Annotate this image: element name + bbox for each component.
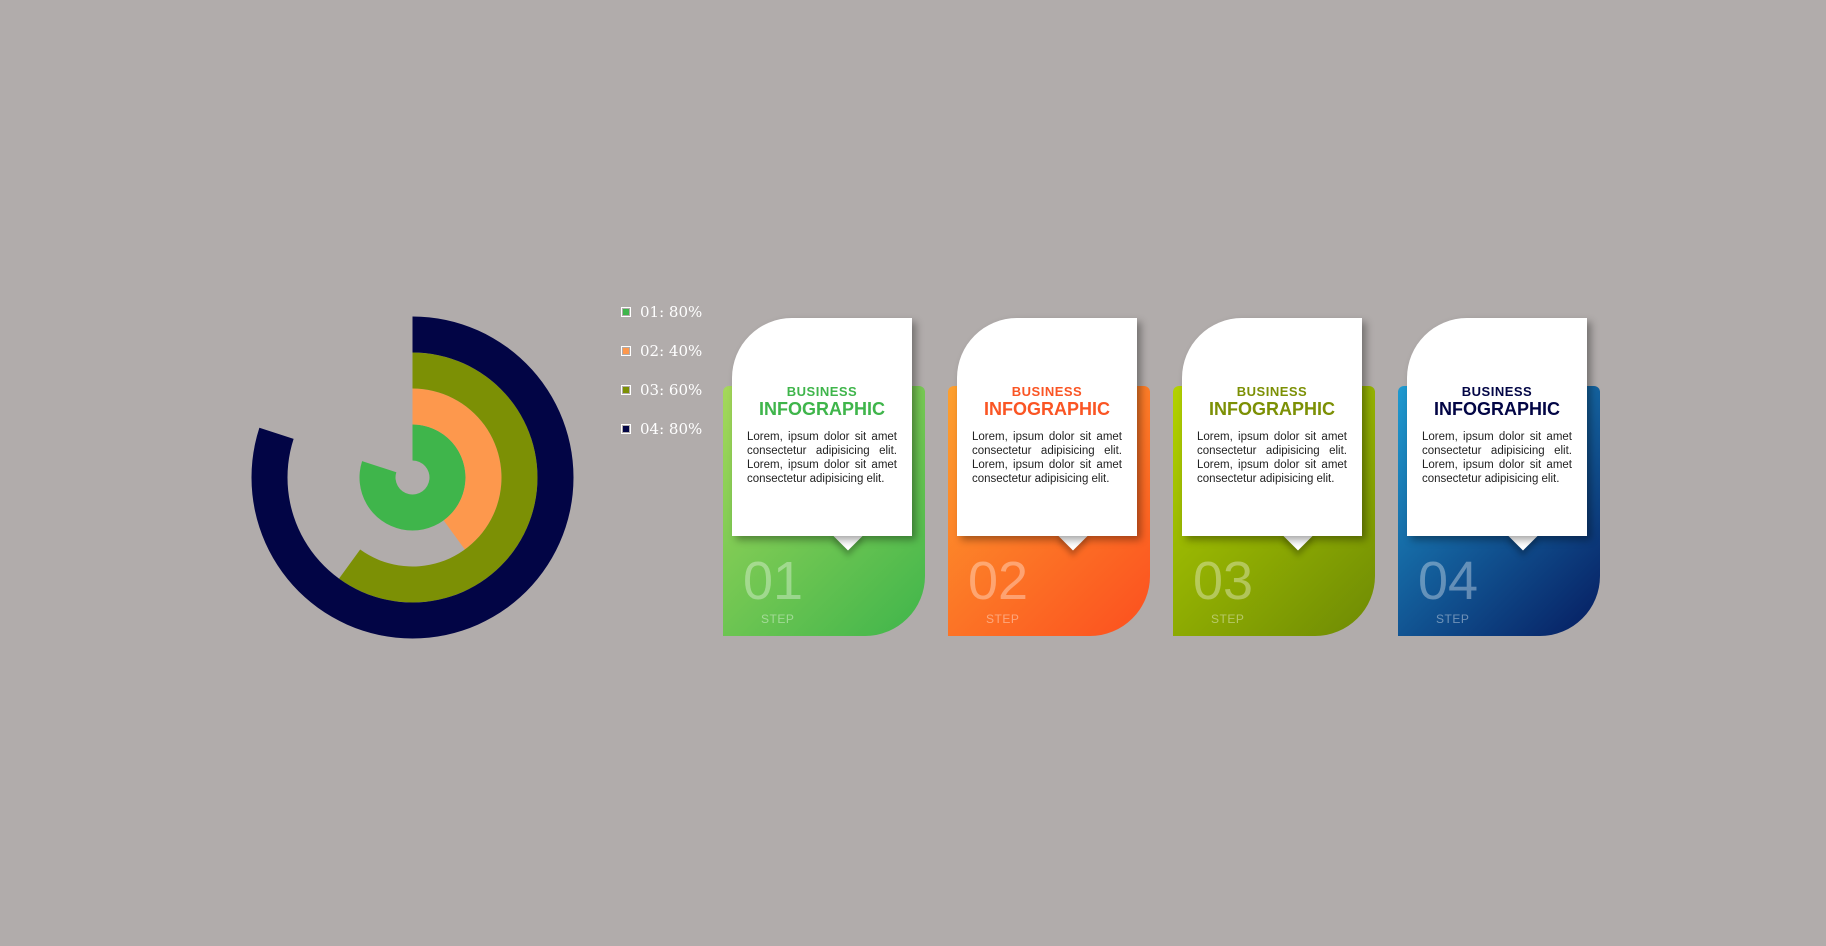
card-title-infographic: INFOGRAPHIC (759, 399, 885, 419)
card-step-label: STEP (1436, 612, 1470, 626)
card-title-business: BUSINESS (1236, 384, 1308, 399)
legend-swatch (621, 423, 631, 434)
card-step-number: 04 (1418, 551, 1479, 611)
card-title-business: BUSINESS (1461, 384, 1533, 399)
card-description: Lorem, ipsum dolor sit amet consectetur … (972, 431, 1122, 485)
card-panel (957, 318, 1137, 536)
card-step-label: STEP (1211, 612, 1245, 626)
legend-item: 02: 40% (621, 331, 702, 370)
chart-legend: 01: 80% 02: 40% 03: 60% 04: 80% (621, 292, 702, 448)
card-title-infographic: INFOGRAPHIC (1209, 399, 1335, 419)
legend-item: 01: 80% (621, 292, 702, 331)
step-card-03: BUSINESS INFOGRAPHIC Lorem, ipsum dolor … (1173, 318, 1375, 638)
card-title-infographic: INFOGRAPHIC (1434, 399, 1560, 419)
card-step-number: 02 (968, 551, 1029, 611)
card-panel (1182, 318, 1362, 536)
card-step-label: STEP (761, 612, 795, 626)
card-title-infographic: INFOGRAPHIC (984, 399, 1110, 419)
card-title-business: BUSINESS (786, 384, 858, 399)
step-card-02: BUSINESS INFOGRAPHIC Lorem, ipsum dolor … (948, 318, 1150, 638)
card-step-number: 03 (1193, 551, 1254, 611)
card-description: Lorem, ipsum dolor sit amet consectetur … (1422, 431, 1572, 485)
legend-label: 01: 80% (640, 302, 703, 321)
card-panel (732, 318, 912, 536)
radial-bar-1 (359, 424, 466, 531)
card-description: Lorem, ipsum dolor sit amet consectetur … (747, 431, 897, 485)
radial-bar-chart (251, 316, 574, 639)
legend-label: 04: 80% (640, 419, 703, 438)
card-step-number: 01 (743, 551, 804, 611)
legend-swatch (621, 306, 631, 317)
card-panel (1407, 318, 1587, 536)
card-title-business: BUSINESS (1011, 384, 1083, 399)
legend-item: 04: 80% (621, 409, 702, 448)
step-card-04: BUSINESS INFOGRAPHIC Lorem, ipsum dolor … (1398, 318, 1600, 638)
legend-label: 02: 40% (640, 341, 703, 360)
legend-label: 03: 60% (640, 380, 703, 399)
step-card-01: BUSINESS INFOGRAPHIC Lorem, ipsum dolor … (723, 318, 925, 638)
legend-item: 03: 60% (621, 370, 702, 409)
card-step-label: STEP (986, 612, 1020, 626)
legend-swatch (621, 384, 631, 395)
legend-swatch (621, 345, 631, 356)
card-description: Lorem, ipsum dolor sit amet consectetur … (1197, 431, 1347, 485)
